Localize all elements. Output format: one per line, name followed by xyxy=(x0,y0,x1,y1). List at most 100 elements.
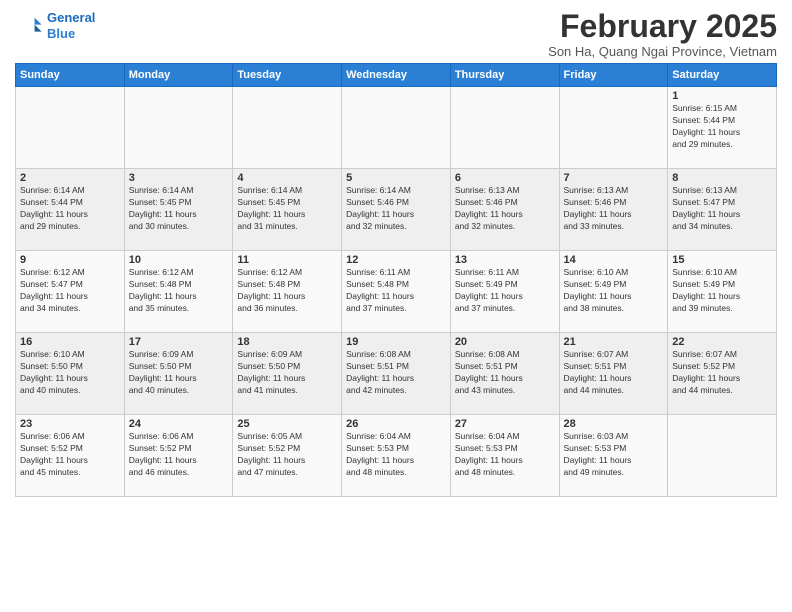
day-info: Sunrise: 6:13 AM Sunset: 5:47 PM Dayligh… xyxy=(672,185,772,233)
week-row-2: 9Sunrise: 6:12 AM Sunset: 5:47 PM Daylig… xyxy=(16,251,777,333)
day-number: 17 xyxy=(129,336,229,348)
day-cell: 15Sunrise: 6:10 AM Sunset: 5:49 PM Dayli… xyxy=(668,251,777,333)
day-info: Sunrise: 6:14 AM Sunset: 5:45 PM Dayligh… xyxy=(129,185,229,233)
day-number: 6 xyxy=(455,172,555,184)
week-row-0: 1Sunrise: 6:15 AM Sunset: 5:44 PM Daylig… xyxy=(16,87,777,169)
day-number: 25 xyxy=(237,418,337,430)
day-cell: 5Sunrise: 6:14 AM Sunset: 5:46 PM Daylig… xyxy=(342,169,451,251)
day-info: Sunrise: 6:06 AM Sunset: 5:52 PM Dayligh… xyxy=(129,431,229,479)
day-info: Sunrise: 6:12 AM Sunset: 5:48 PM Dayligh… xyxy=(129,267,229,315)
day-cell: 1Sunrise: 6:15 AM Sunset: 5:44 PM Daylig… xyxy=(668,87,777,169)
col-monday: Monday xyxy=(124,64,233,87)
day-cell: 26Sunrise: 6:04 AM Sunset: 5:53 PM Dayli… xyxy=(342,415,451,497)
day-info: Sunrise: 6:11 AM Sunset: 5:48 PM Dayligh… xyxy=(346,267,446,315)
title-block: February 2025 Son Ha, Quang Ngai Provinc… xyxy=(548,10,777,59)
col-tuesday: Tuesday xyxy=(233,64,342,87)
day-number: 1 xyxy=(672,90,772,102)
day-cell: 8Sunrise: 6:13 AM Sunset: 5:47 PM Daylig… xyxy=(668,169,777,251)
day-number: 20 xyxy=(455,336,555,348)
day-info: Sunrise: 6:13 AM Sunset: 5:46 PM Dayligh… xyxy=(455,185,555,233)
week-row-3: 16Sunrise: 6:10 AM Sunset: 5:50 PM Dayli… xyxy=(16,333,777,415)
day-cell: 13Sunrise: 6:11 AM Sunset: 5:49 PM Dayli… xyxy=(450,251,559,333)
day-number: 15 xyxy=(672,254,772,266)
day-cell: 16Sunrise: 6:10 AM Sunset: 5:50 PM Dayli… xyxy=(16,333,125,415)
week-row-4: 23Sunrise: 6:06 AM Sunset: 5:52 PM Dayli… xyxy=(16,415,777,497)
day-cell: 19Sunrise: 6:08 AM Sunset: 5:51 PM Dayli… xyxy=(342,333,451,415)
day-cell: 21Sunrise: 6:07 AM Sunset: 5:51 PM Dayli… xyxy=(559,333,668,415)
col-sunday: Sunday xyxy=(16,64,125,87)
day-cell xyxy=(233,87,342,169)
day-info: Sunrise: 6:12 AM Sunset: 5:47 PM Dayligh… xyxy=(20,267,120,315)
day-number: 10 xyxy=(129,254,229,266)
day-cell xyxy=(450,87,559,169)
day-cell: 24Sunrise: 6:06 AM Sunset: 5:52 PM Dayli… xyxy=(124,415,233,497)
day-cell: 4Sunrise: 6:14 AM Sunset: 5:45 PM Daylig… xyxy=(233,169,342,251)
day-cell: 14Sunrise: 6:10 AM Sunset: 5:49 PM Dayli… xyxy=(559,251,668,333)
day-cell: 6Sunrise: 6:13 AM Sunset: 5:46 PM Daylig… xyxy=(450,169,559,251)
day-info: Sunrise: 6:05 AM Sunset: 5:52 PM Dayligh… xyxy=(237,431,337,479)
day-number: 4 xyxy=(237,172,337,184)
day-number: 28 xyxy=(564,418,664,430)
day-number: 22 xyxy=(672,336,772,348)
day-info: Sunrise: 6:09 AM Sunset: 5:50 PM Dayligh… xyxy=(237,349,337,397)
month-title: February 2025 xyxy=(548,10,777,42)
week-row-1: 2Sunrise: 6:14 AM Sunset: 5:44 PM Daylig… xyxy=(16,169,777,251)
day-number: 8 xyxy=(672,172,772,184)
day-number: 14 xyxy=(564,254,664,266)
day-number: 26 xyxy=(346,418,446,430)
day-cell: 28Sunrise: 6:03 AM Sunset: 5:53 PM Dayli… xyxy=(559,415,668,497)
day-info: Sunrise: 6:06 AM Sunset: 5:52 PM Dayligh… xyxy=(20,431,120,479)
day-cell: 11Sunrise: 6:12 AM Sunset: 5:48 PM Dayli… xyxy=(233,251,342,333)
logo-line2: Blue xyxy=(47,26,75,41)
day-info: Sunrise: 6:14 AM Sunset: 5:46 PM Dayligh… xyxy=(346,185,446,233)
col-friday: Friday xyxy=(559,64,668,87)
day-info: Sunrise: 6:09 AM Sunset: 5:50 PM Dayligh… xyxy=(129,349,229,397)
day-number: 3 xyxy=(129,172,229,184)
day-info: Sunrise: 6:04 AM Sunset: 5:53 PM Dayligh… xyxy=(346,431,446,479)
day-info: Sunrise: 6:08 AM Sunset: 5:51 PM Dayligh… xyxy=(346,349,446,397)
day-info: Sunrise: 6:12 AM Sunset: 5:48 PM Dayligh… xyxy=(237,267,337,315)
day-cell: 27Sunrise: 6:04 AM Sunset: 5:53 PM Dayli… xyxy=(450,415,559,497)
day-cell: 17Sunrise: 6:09 AM Sunset: 5:50 PM Dayli… xyxy=(124,333,233,415)
day-number: 24 xyxy=(129,418,229,430)
day-info: Sunrise: 6:11 AM Sunset: 5:49 PM Dayligh… xyxy=(455,267,555,315)
day-cell: 18Sunrise: 6:09 AM Sunset: 5:50 PM Dayli… xyxy=(233,333,342,415)
day-number: 2 xyxy=(20,172,120,184)
day-number: 11 xyxy=(237,254,337,266)
day-info: Sunrise: 6:14 AM Sunset: 5:44 PM Dayligh… xyxy=(20,185,120,233)
col-wednesday: Wednesday xyxy=(342,64,451,87)
day-cell: 7Sunrise: 6:13 AM Sunset: 5:46 PM Daylig… xyxy=(559,169,668,251)
header: General Blue February 2025 Son Ha, Quang… xyxy=(15,10,777,59)
calendar-header-row: Sunday Monday Tuesday Wednesday Thursday… xyxy=(16,64,777,87)
day-info: Sunrise: 6:03 AM Sunset: 5:53 PM Dayligh… xyxy=(564,431,664,479)
day-info: Sunrise: 6:10 AM Sunset: 5:50 PM Dayligh… xyxy=(20,349,120,397)
day-cell: 3Sunrise: 6:14 AM Sunset: 5:45 PM Daylig… xyxy=(124,169,233,251)
day-number: 23 xyxy=(20,418,120,430)
day-info: Sunrise: 6:10 AM Sunset: 5:49 PM Dayligh… xyxy=(672,267,772,315)
day-number: 7 xyxy=(564,172,664,184)
logo-line1: General xyxy=(47,10,95,25)
day-cell: 20Sunrise: 6:08 AM Sunset: 5:51 PM Dayli… xyxy=(450,333,559,415)
logo: General Blue xyxy=(15,10,95,41)
day-cell: 2Sunrise: 6:14 AM Sunset: 5:44 PM Daylig… xyxy=(16,169,125,251)
day-info: Sunrise: 6:10 AM Sunset: 5:49 PM Dayligh… xyxy=(564,267,664,315)
day-number: 21 xyxy=(564,336,664,348)
day-info: Sunrise: 6:07 AM Sunset: 5:52 PM Dayligh… xyxy=(672,349,772,397)
day-info: Sunrise: 6:13 AM Sunset: 5:46 PM Dayligh… xyxy=(564,185,664,233)
logo-icon xyxy=(15,12,43,40)
day-cell xyxy=(342,87,451,169)
day-number: 27 xyxy=(455,418,555,430)
day-info: Sunrise: 6:04 AM Sunset: 5:53 PM Dayligh… xyxy=(455,431,555,479)
day-cell: 22Sunrise: 6:07 AM Sunset: 5:52 PM Dayli… xyxy=(668,333,777,415)
day-number: 16 xyxy=(20,336,120,348)
day-cell xyxy=(668,415,777,497)
day-info: Sunrise: 6:15 AM Sunset: 5:44 PM Dayligh… xyxy=(672,103,772,151)
day-cell xyxy=(124,87,233,169)
day-info: Sunrise: 6:14 AM Sunset: 5:45 PM Dayligh… xyxy=(237,185,337,233)
day-number: 18 xyxy=(237,336,337,348)
col-saturday: Saturday xyxy=(668,64,777,87)
day-cell: 12Sunrise: 6:11 AM Sunset: 5:48 PM Dayli… xyxy=(342,251,451,333)
location-subtitle: Son Ha, Quang Ngai Province, Vietnam xyxy=(548,44,777,59)
day-cell: 9Sunrise: 6:12 AM Sunset: 5:47 PM Daylig… xyxy=(16,251,125,333)
day-number: 5 xyxy=(346,172,446,184)
